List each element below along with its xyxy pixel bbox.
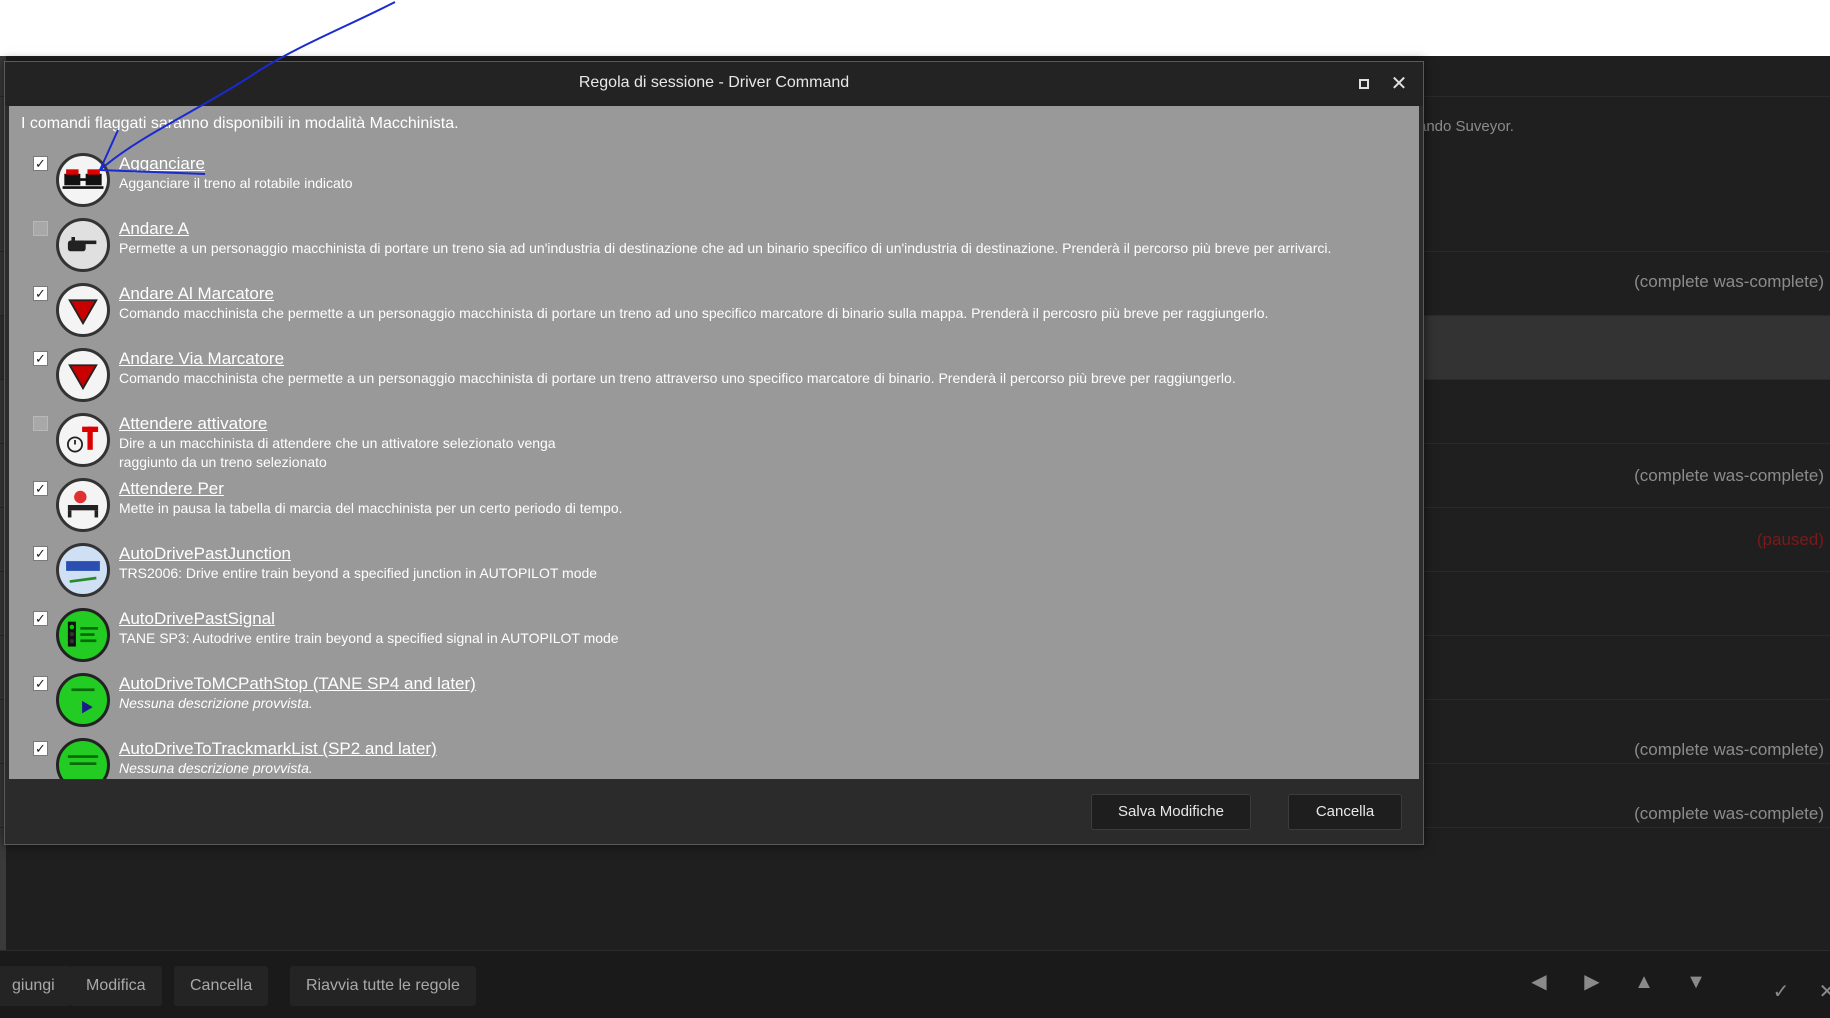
command-item: Andare A Permette a un personaggio macch… xyxy=(21,218,1401,283)
trigger-timer-icon xyxy=(56,413,110,467)
command-checkbox[interactable]: ✓ xyxy=(33,156,48,171)
dialog-title: Regola di sessione - Driver Command xyxy=(578,74,850,91)
command-item: ✓ AutoDriveToMCPathStop (TANE SP4 and la… xyxy=(21,673,1401,738)
command-item: ✓ AutoDrivePastJunction TRS2006: Drive e… xyxy=(21,543,1401,608)
command-description: Mette in pausa la tabella di marcia del … xyxy=(119,500,623,516)
command-description: Dire a un macchinista di attendere che u… xyxy=(119,435,556,470)
arrow-left-icon[interactable]: ◀ xyxy=(1528,971,1550,993)
arrow-up-icon[interactable]: ▲ xyxy=(1633,971,1655,993)
command-name[interactable]: AutoDriveToTrackmarkList (SP2 and later) xyxy=(119,739,437,759)
auto-junction-icon xyxy=(56,543,110,597)
auto-signal-icon xyxy=(56,608,110,662)
command-item: Attendere attivatore Dire a un macchinis… xyxy=(21,413,1401,478)
couple-icon xyxy=(56,153,110,207)
command-name[interactable]: Andare Al Marcatore xyxy=(119,284,274,304)
command-name[interactable]: Attendere Per xyxy=(119,479,224,499)
restart-all-rules-button[interactable]: Riavvia tutte le regole xyxy=(290,966,476,1006)
bg-status-paused: (paused) xyxy=(1756,530,1824,549)
arrow-right-icon[interactable]: ▶ xyxy=(1581,971,1603,993)
command-name[interactable]: AutoDrivePastJunction xyxy=(119,544,291,564)
delete-rule-button[interactable]: Cancella xyxy=(174,966,269,1006)
auto-drive-icon xyxy=(56,673,110,727)
command-item: ✓ Andare Via Marcatore Comando macchinis… xyxy=(21,348,1401,413)
command-description: Agganciare il treno al rotabile indicato xyxy=(119,175,353,191)
command-item: ✓ Attendere Per Mette in pausa la tabell… xyxy=(21,478,1401,543)
close-button[interactable]: ✕ xyxy=(1387,72,1411,96)
maximize-button[interactable] xyxy=(1352,72,1376,96)
command-item: ✓ AutoDriveToTrackmarkList (SP2 and late… xyxy=(21,738,1401,779)
command-description: Comando macchinista che permette a un pe… xyxy=(119,370,1236,386)
command-checkbox[interactable]: ✓ xyxy=(33,741,48,756)
intro-text: I comandi flaggati saranno disponibili i… xyxy=(21,115,459,132)
close-icon[interactable]: ✕ xyxy=(1816,981,1830,1003)
command-checkbox[interactable]: ✓ xyxy=(33,351,48,366)
edit-rule-button[interactable]: Modifica xyxy=(70,966,162,1006)
bg-status: (complete was-complete) xyxy=(1634,272,1824,291)
command-name[interactable]: AutoDriveToMCPathStop (TANE SP4 and late… xyxy=(119,674,476,694)
command-name[interactable]: Agganciare xyxy=(119,154,205,174)
command-name[interactable]: Andare A xyxy=(119,219,189,239)
command-checkbox[interactable] xyxy=(33,416,48,431)
command-name[interactable]: AutoDrivePastSignal xyxy=(119,609,275,629)
command-checkbox[interactable]: ✓ xyxy=(33,611,48,626)
command-description: Nessuna descrizione provvista. xyxy=(119,760,313,776)
arrow-down-icon[interactable]: ▼ xyxy=(1685,971,1707,993)
command-description: TANE SP3: Autodrive entire train beyond … xyxy=(119,630,619,646)
maximize-icon xyxy=(1359,79,1369,90)
command-description: TRS2006: Drive entire train beyond a spe… xyxy=(119,565,598,581)
command-checkbox[interactable]: ✓ xyxy=(33,481,48,496)
checkmark-icon[interactable]: ✓ xyxy=(1770,981,1792,1003)
pointing-hand-icon xyxy=(56,218,110,272)
command-list: I comandi flaggati saranno disponibili i… xyxy=(9,106,1419,779)
auto-trackmark-icon xyxy=(56,738,110,779)
add-rule-button[interactable]: giungi xyxy=(0,966,71,1006)
bottom-toolbar: giungi Modifica Cancella Riavvia tutte l… xyxy=(0,950,1830,1018)
command-name[interactable]: Attendere attivatore xyxy=(119,414,267,434)
driver-command-dialog: Regola di sessione - Driver Command ✕ I … xyxy=(4,61,1424,845)
command-name[interactable]: Andare Via Marcatore xyxy=(119,349,284,369)
bg-status: (complete was-complete) xyxy=(1634,804,1824,823)
command-description: Permette a un personaggio macchinista di… xyxy=(119,240,1332,256)
bg-hint-text: ando Suveyor. xyxy=(1418,118,1514,135)
command-checkbox[interactable]: ✓ xyxy=(33,676,48,691)
cancel-button[interactable]: Cancella xyxy=(1288,794,1402,830)
marker-icon xyxy=(56,283,110,337)
command-description: Nessuna descrizione provvista. xyxy=(119,695,313,711)
command-item: ✓ Agganciare Agganciare il treno al rota… xyxy=(21,153,1401,218)
command-item: ✓ Andare Al Marcatore Comando macchinist… xyxy=(21,283,1401,348)
dialog-titlebar[interactable]: Regola di sessione - Driver Command ✕ xyxy=(5,62,1423,106)
command-item: ✓ AutoDrivePastSignal TANE SP3: Autodriv… xyxy=(21,608,1401,673)
bg-status: (complete was-complete) xyxy=(1634,466,1824,485)
command-checkbox[interactable]: ✓ xyxy=(33,546,48,561)
save-changes-button[interactable]: Salva Modifiche xyxy=(1091,794,1251,830)
command-description: Comando macchinista che permette a un pe… xyxy=(119,305,1269,321)
command-checkbox[interactable]: ✓ xyxy=(33,286,48,301)
bg-status: (complete was-complete) xyxy=(1634,740,1824,759)
command-checkbox[interactable] xyxy=(33,221,48,236)
wait-icon xyxy=(56,478,110,532)
marker-icon xyxy=(56,348,110,402)
